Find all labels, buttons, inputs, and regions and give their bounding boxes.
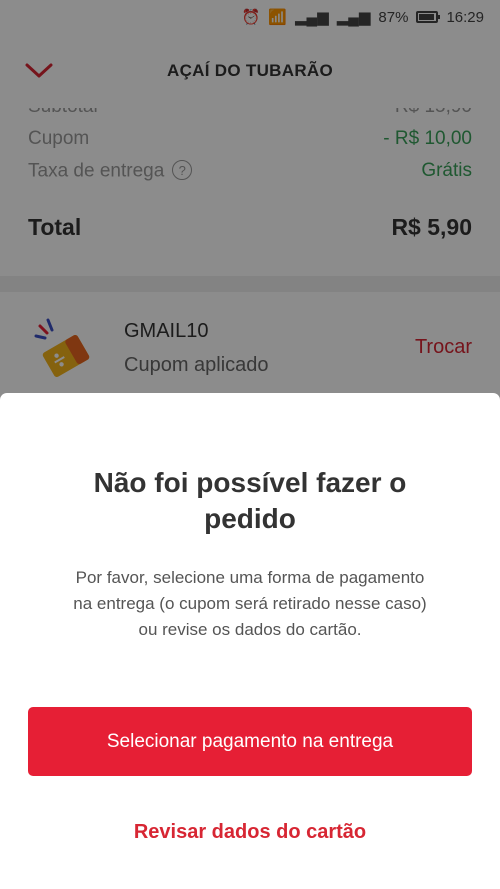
dialog-message: Por favor, selecione uma forma de pagame… bbox=[73, 568, 427, 639]
dialog-title: Não foi possível fazer o pedido bbox=[93, 467, 407, 534]
select-payment-on-delivery-button[interactable]: Selecionar pagamento na entrega bbox=[28, 707, 472, 776]
error-dialog: Não foi possível fazer o pedido Por favo… bbox=[0, 393, 500, 889]
review-card-details-button[interactable]: Revisar dados do cartão bbox=[0, 821, 500, 844]
